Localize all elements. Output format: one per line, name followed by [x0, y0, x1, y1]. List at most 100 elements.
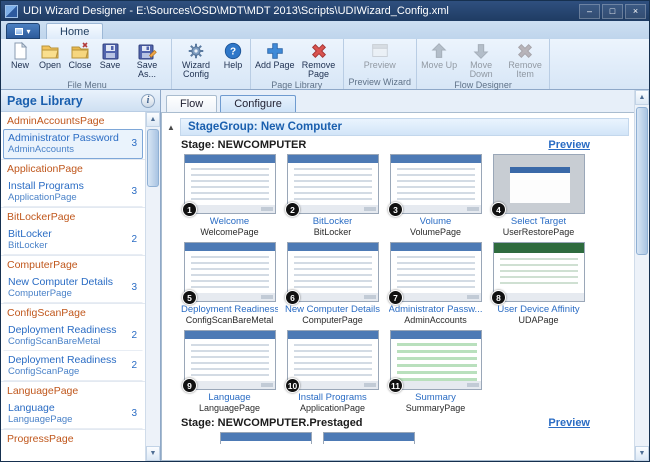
ribbon-button-label: New: [11, 61, 29, 70]
page-thumbnail[interactable]: 11 Summary SummaryPage: [387, 330, 484, 413]
main-scroll-track[interactable]: [635, 105, 649, 446]
scroll-up-icon[interactable]: ▲: [146, 112, 160, 127]
collapse-expander-icon[interactable]: ▲: [166, 123, 176, 132]
flow-canvas: ▲ StageGroup: New Computer Stage: NEWCOM…: [161, 112, 634, 461]
page-number-badge: 1: [182, 202, 197, 217]
application-menu-button[interactable]: ▾: [6, 23, 40, 39]
sidebar-scroll-thumb[interactable]: [147, 129, 159, 187]
sidebar-scrollbar[interactable]: ▲ ▼: [145, 112, 160, 461]
main-scrollbar[interactable]: ▲ ▼: [634, 90, 649, 461]
page-library-item[interactable]: Install Programs ApplicationPage 3: [3, 177, 143, 207]
page-thumbnail[interactable]: 3 Volume VolumePage: [387, 154, 484, 237]
main-scroll-thumb[interactable]: [636, 107, 648, 255]
ribbon-group-tools: Wizard Config ? Help: [172, 39, 251, 89]
open-folder-icon: [40, 41, 60, 61]
ribbon-group-flow-designer: Move Up Move Down Remove Item: [417, 39, 550, 89]
stage-name: Stage: NEWCOMPUTER: [181, 139, 548, 151]
remove-page-button[interactable]: Remove Page: [297, 40, 341, 80]
close-button[interactable]: ×: [625, 4, 646, 19]
page-thumbnail-image: [184, 154, 276, 214]
page-thumbnail[interactable]: 1 Welcome WelcomePage: [181, 154, 278, 237]
app-icon: [5, 5, 18, 18]
page-group-adminaccounts: AdminAccountsPage Administrator Password…: [1, 112, 145, 159]
page-thumbnail[interactable]: [320, 432, 417, 444]
workspace: Page Library i AdminAccountsPage Adminis…: [1, 90, 649, 461]
ribbon-button-label: Help: [224, 61, 243, 70]
maximize-button[interactable]: □: [602, 4, 623, 19]
window-title: UDI Wizard Designer - E:\Sources\OSD\MDT…: [23, 5, 574, 17]
page-thumbnail-title: Language: [208, 392, 250, 403]
tab-home[interactable]: Home: [46, 23, 103, 39]
add-page-button[interactable]: Add Page: [253, 40, 297, 70]
new-button[interactable]: New: [5, 40, 35, 70]
page-thumbnail[interactable]: [217, 432, 314, 444]
sidebar-scroll-track[interactable]: [146, 127, 160, 446]
open-button[interactable]: Open: [35, 40, 65, 70]
tab-flow[interactable]: Flow: [166, 95, 217, 112]
ribbon-group-preview-wizard: Preview Preview Wizard: [344, 39, 418, 89]
page-thumbnail-subtitle: ComputerPage: [302, 315, 363, 325]
page-thumbnail[interactable]: 4 Select Target UserRestorePage: [490, 154, 587, 237]
scroll-up-icon[interactable]: ▲: [635, 90, 649, 105]
stage-name: Stage: NEWCOMPUTER.Prestaged: [181, 417, 548, 429]
page-library-item[interactable]: Deployment Readiness ConfigScanBareMetal…: [3, 321, 143, 351]
ribbon-button-label: Open: [39, 61, 61, 70]
remove-item-button[interactable]: Remove Item: [503, 40, 547, 80]
scroll-down-icon[interactable]: ▼: [635, 446, 649, 461]
page-thumbnail[interactable]: 5 Deployment Readiness ConfigScanBareMet…: [181, 242, 278, 325]
help-button[interactable]: ? Help: [218, 40, 248, 70]
ribbon-button-label: Wizard Config: [176, 61, 216, 80]
page-library-item[interactable]: Deployment Readiness ConfigScanPage 2: [3, 351, 143, 381]
save-as-button[interactable]: Save As...: [125, 40, 169, 80]
page-thumbnail[interactable]: 8 User Device Affinity UDAPage: [490, 242, 587, 325]
close-file-button[interactable]: Close: [65, 40, 95, 70]
wizard-config-button[interactable]: Wizard Config: [174, 40, 218, 80]
scroll-down-icon[interactable]: ▼: [146, 446, 160, 461]
save-button[interactable]: Save: [95, 40, 125, 70]
page-item-count: 3: [127, 408, 140, 419]
ribbon-button-label: Preview: [364, 61, 396, 70]
stage-group-header[interactable]: StageGroup: New Computer: [180, 118, 629, 136]
move-down-button[interactable]: Move Down: [459, 40, 503, 80]
tab-configure[interactable]: Configure: [220, 95, 296, 112]
page-item-title: Administrator Password: [8, 132, 127, 144]
page-thumbnail[interactable]: 7 Administrator Passw... AdminAccounts: [387, 242, 484, 325]
minimize-button[interactable]: –: [579, 4, 600, 19]
page-library-item[interactable]: Language LanguagePage 3: [3, 399, 143, 429]
page-group-computer: ComputerPage New Computer Details Comput…: [1, 255, 145, 303]
page-group-configscan: ConfigScanPage Deployment Readiness Conf…: [1, 303, 145, 381]
move-up-button[interactable]: Move Up: [419, 40, 459, 70]
page-item-subtitle: BitLocker: [8, 240, 127, 251]
wizard-config-gear-icon: [186, 41, 206, 61]
page-thumbnail-subtitle: ConfigScanBareMetal: [186, 315, 274, 325]
page-item-title: Install Programs: [8, 180, 127, 192]
page-library-item[interactable]: Administrator Password AdminAccounts 3: [3, 129, 143, 159]
page-thumbnail[interactable]: 6 New Computer Details ComputerPage: [284, 242, 381, 325]
page-thumbnail-title: User Device Affinity: [497, 304, 579, 315]
app-window: UDI Wizard Designer - E:\Sources\OSD\MDT…: [0, 0, 650, 462]
stage-preview-link[interactable]: Preview: [548, 139, 590, 151]
page-number-badge: 9: [182, 378, 197, 393]
page-thumbnail-title: Volume: [420, 216, 452, 227]
page-thumbnail-image: [287, 242, 379, 302]
page-thumbnail-image: [287, 154, 379, 214]
page-library-list: AdminAccountsPage Administrator Password…: [1, 112, 145, 461]
page-item-count: 3: [127, 138, 140, 149]
stage-header: Stage: NEWCOMPUTER.Prestaged Preview: [181, 417, 590, 429]
preview-button[interactable]: Preview: [362, 40, 398, 70]
page-thumbnail[interactable]: 2 BitLocker BitLocker: [284, 154, 381, 237]
page-library-item[interactable]: BitLocker BitLocker 2: [3, 225, 143, 255]
page-number-badge: 11: [388, 378, 403, 393]
window-glyph-icon: [15, 28, 23, 35]
page-thumbnail[interactable]: 9 Language LanguagePage: [181, 330, 278, 413]
page-thumbnail[interactable]: 10 Install Programs ApplicationPage: [284, 330, 381, 413]
stage-preview-link[interactable]: Preview: [548, 417, 590, 429]
ribbon-button-label: Save As...: [127, 61, 167, 80]
info-icon[interactable]: i: [141, 94, 155, 108]
ribbon-tab-row: ▾ Home: [1, 21, 649, 39]
page-thumbnail-title: Administrator Passw...: [389, 304, 483, 315]
page-thumbnail-image: [184, 242, 276, 302]
page-item-subtitle: ComputerPage: [8, 288, 127, 299]
page-group-header: ApplicationPage: [1, 159, 145, 177]
page-library-item[interactable]: New Computer Details ComputerPage 3: [3, 273, 143, 303]
